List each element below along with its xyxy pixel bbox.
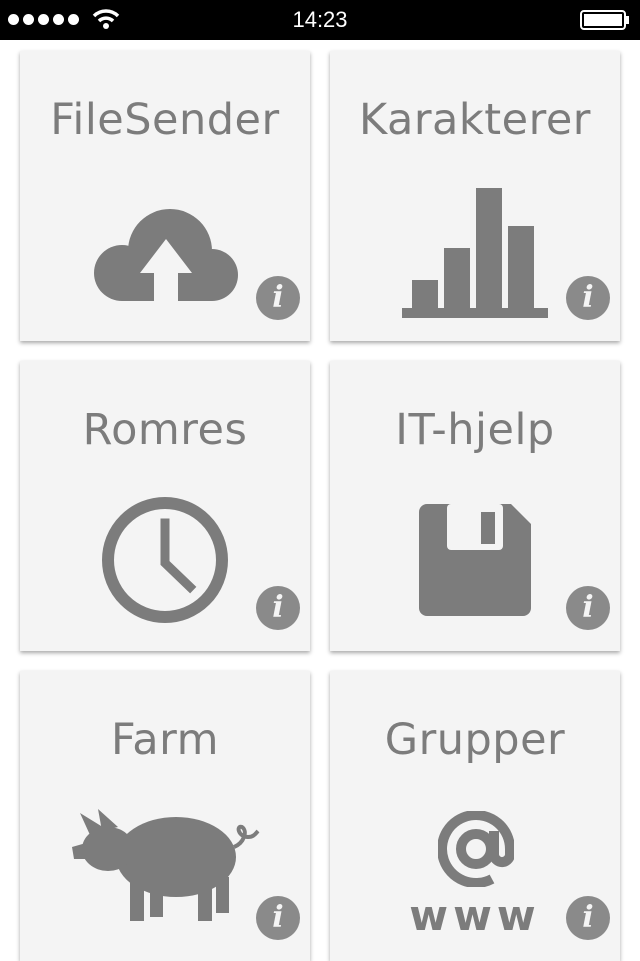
info-button[interactable]: i	[256, 276, 300, 320]
tile-karakterer[interactable]: Karakterer i	[330, 51, 620, 341]
info-button[interactable]: i	[256, 896, 300, 940]
status-bar: 14:23	[0, 0, 640, 40]
tile-grupper[interactable]: Grupper www i	[330, 671, 620, 961]
tile-it-hjelp[interactable]: IT-hjelp i	[330, 361, 620, 651]
info-button[interactable]: i	[566, 896, 610, 940]
status-time: 14:23	[292, 7, 348, 32]
tile-farm[interactable]: Farm i	[20, 671, 310, 961]
tile-title: Farm	[111, 715, 219, 765]
clock-icon	[102, 497, 228, 623]
tile-title: Grupper	[384, 715, 566, 765]
info-button[interactable]: i	[256, 586, 300, 630]
info-button[interactable]: i	[566, 276, 610, 320]
floppy-disk-icon	[419, 504, 531, 616]
tile-title: Karakterer	[359, 95, 591, 145]
tile-title: IT-hjelp	[395, 405, 555, 455]
at-sign-icon	[438, 811, 514, 887]
tile-title: Romres	[82, 405, 248, 455]
pig-icon	[72, 809, 260, 921]
info-button[interactable]: i	[566, 586, 610, 630]
battery-icon	[580, 10, 629, 30]
tile-filesender[interactable]: FileSender i	[20, 51, 310, 341]
tile-title: FileSender	[50, 95, 280, 145]
bar-chart-icon	[402, 188, 548, 318]
cloud-upload-icon	[94, 209, 238, 301]
tile-romres[interactable]: Romres i	[20, 361, 310, 651]
